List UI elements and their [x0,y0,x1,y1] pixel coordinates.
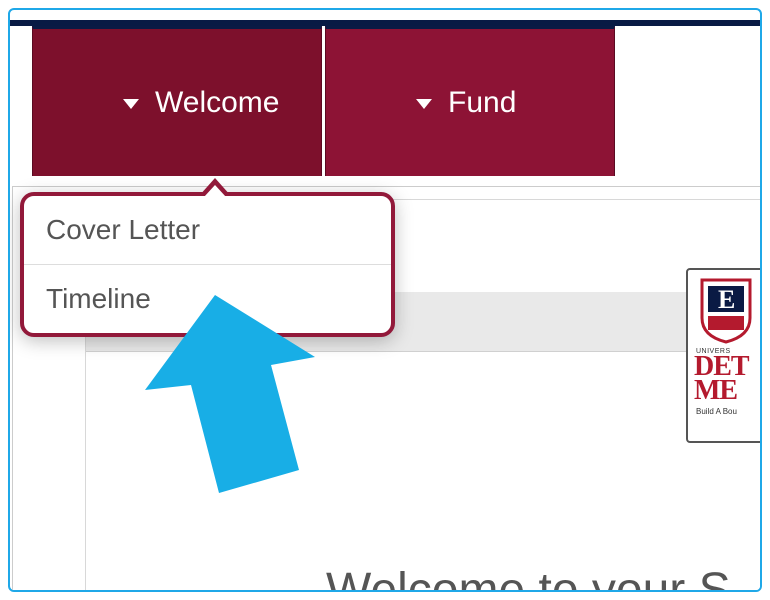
chevron-down-icon [416,99,432,109]
nav-tabs: Welcome Fund [32,26,762,176]
tab-welcome[interactable]: Welcome [32,26,322,176]
svg-text:E: E [718,285,735,314]
instructional-arrow-icon [145,295,365,530]
menu-item-cover-letter[interactable]: Cover Letter [24,196,391,265]
shield-icon: E [698,278,754,344]
dropdown-arrow-inner-icon [204,185,226,197]
menu-item-label: Cover Letter [46,214,200,245]
window-frame: Welcome Fund Welcome to your S E UNIVERS… [8,8,762,592]
logo-tagline: Build A Bou [688,407,762,416]
university-logo-badge: E UNIVERS DET ME Build A Bou [686,268,762,443]
tab-label: Welcome [155,86,279,120]
page-title: Welcome to your S [326,563,731,592]
tab-label: Fund [448,86,516,120]
chevron-down-icon [123,99,139,109]
menu-item-label: Timeline [46,283,151,314]
tab-fund[interactable]: Fund [325,26,615,176]
logo-line2: ME [688,379,762,403]
